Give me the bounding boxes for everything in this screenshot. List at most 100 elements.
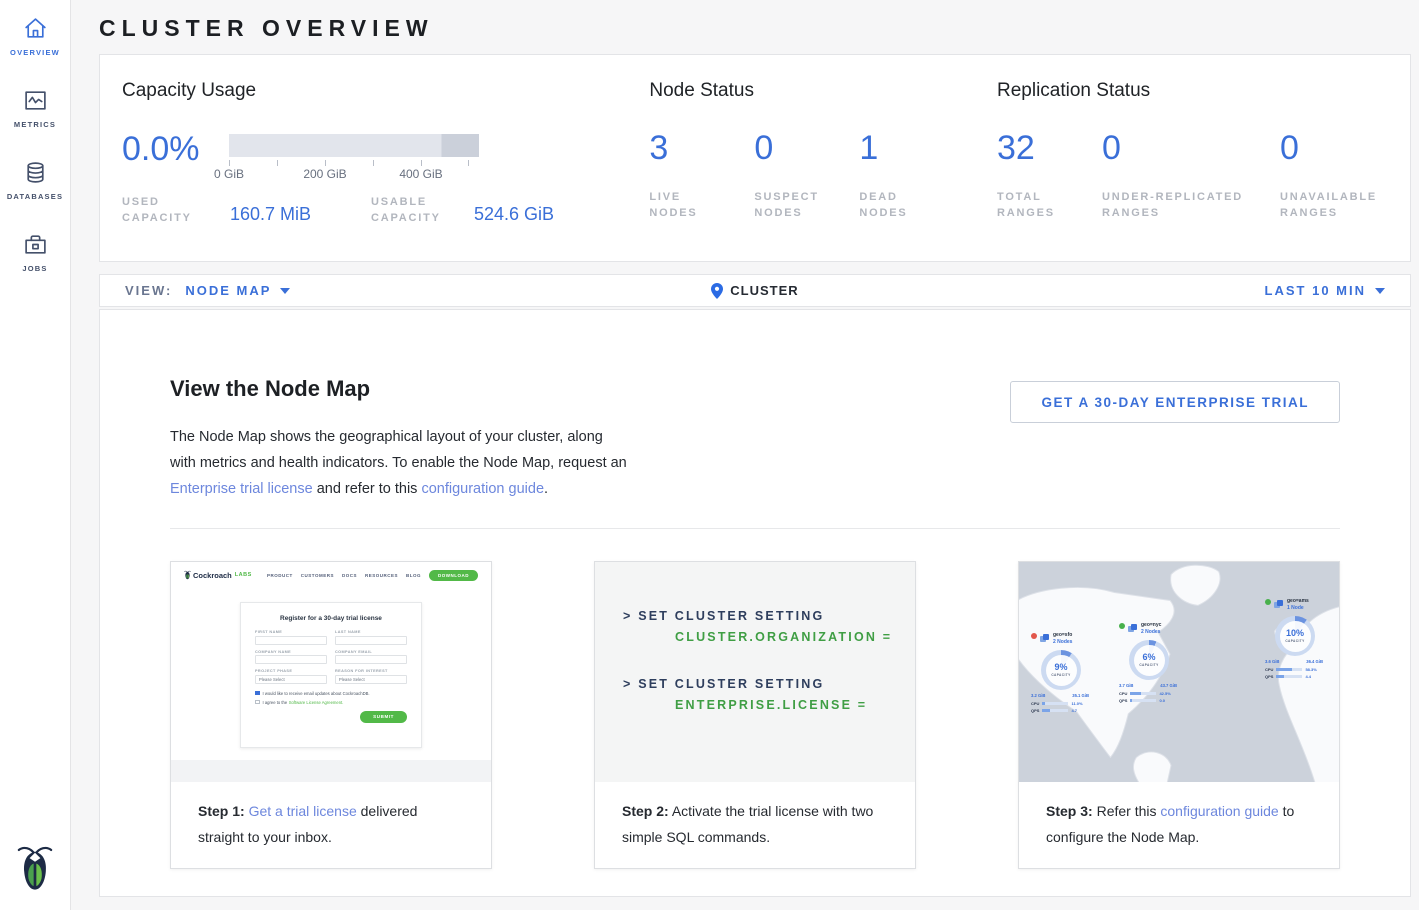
region-name: geo=sfo xyxy=(1053,632,1072,639)
cpu-label: CPU xyxy=(1031,701,1039,706)
configuration-guide-link[interactable]: configuration guide xyxy=(421,481,544,497)
databases-icon xyxy=(23,160,48,185)
live-nodes-stat: 3 LIVE NODES xyxy=(649,131,754,221)
cpu-value: 58.3% xyxy=(1305,667,1316,672)
checkbox-label: I agree to the xyxy=(263,700,288,705)
region-capacity-percent: 10% xyxy=(1286,629,1304,638)
metrics-icon xyxy=(23,88,48,113)
cockroach-bug-icon xyxy=(184,570,191,580)
under-replicated-ranges-stat: 0 UNDER-REPLICATED RANGES xyxy=(1102,131,1280,221)
registration-form: Register for a 30-day trial license FIRS… xyxy=(240,602,422,748)
main-content: CLUSTER OVERVIEW Capacity Usage 0.0% 0 G… xyxy=(71,0,1419,897)
region-node-count: 2 Nodes xyxy=(1141,629,1161,636)
capacity-donut: 10% CAPACITY xyxy=(1275,616,1315,656)
step-number: Step 1: xyxy=(198,803,245,819)
qps-bar xyxy=(1130,699,1156,702)
enterprise-trial-button[interactable]: GET A 30-DAY ENTERPRISE TRIAL xyxy=(1010,381,1340,423)
region-used: 3.7 GiB xyxy=(1119,683,1133,688)
dead-nodes-label: DEAD NODES xyxy=(859,189,929,221)
description-text: The Node Map shows the geographical layo… xyxy=(170,429,627,471)
checkbox-label: I would like to receive email updates ab… xyxy=(263,691,370,696)
field-label: LAST NAME xyxy=(335,630,407,634)
region-total: 35.1 GiB xyxy=(1072,693,1089,698)
description-text: . xyxy=(544,481,548,497)
step-number: Step 2: xyxy=(622,803,669,819)
cluster-breadcrumb[interactable]: CLUSTER xyxy=(100,283,1410,299)
sidebar-item-label: DATABASES xyxy=(7,192,63,201)
status-dot-red xyxy=(1031,633,1037,639)
capacity-percent: 0.0% xyxy=(122,132,210,181)
status-dot-green xyxy=(1265,599,1271,605)
step-1-caption: Step 1: Get a trial license delivered st… xyxy=(171,782,491,850)
under-replicated-ranges-label: UNDER-REPLICATED RANGES xyxy=(1102,189,1262,221)
site-nav-item: DOCS xyxy=(342,573,357,578)
axis-label: 400 GiB xyxy=(399,167,442,181)
node-map-description: The Node Map shows the geographical layo… xyxy=(170,424,632,502)
step-3-card: geo=sfo 2 Nodes 9% CAPACITY 3.2 GiB xyxy=(1018,561,1340,869)
dead-nodes-value: 1 xyxy=(859,131,964,165)
region-capacity-label: CAPACITY xyxy=(1051,673,1070,677)
code-command: SET CLUSTER SETTING xyxy=(638,677,824,691)
capacity-axis-labels: 0 GiB 200 GiB 400 GiB xyxy=(229,166,479,181)
step-1-card: Cockroach LABS PRODUCT CUSTOMERS DOCS RE… xyxy=(170,561,492,869)
field-label: REASON FOR INTEREST xyxy=(335,669,407,673)
cpu-value: 11.0% xyxy=(1071,701,1082,706)
step-number: Step 3: xyxy=(1046,803,1093,819)
site-nav-item: BLOG xyxy=(406,573,421,578)
divider xyxy=(170,528,1340,529)
site-download-button: DOWNLOAD xyxy=(429,570,478,581)
home-icon xyxy=(23,16,48,41)
step-2-code-block: > SET CLUSTER SETTING CLUSTER.ORGANIZATI… xyxy=(595,562,915,782)
region-node-count: 1 Node xyxy=(1287,605,1309,612)
sidebar-item-overview[interactable]: OVERVIEW xyxy=(0,16,70,57)
total-ranges-value: 32 xyxy=(997,131,1102,165)
sidebar-item-jobs[interactable]: JOBS xyxy=(0,232,70,273)
sidebar: OVERVIEW METRICS DATABASES JOBS xyxy=(0,0,71,910)
cpu-label: CPU xyxy=(1265,667,1273,672)
live-nodes-label: LIVE NODES xyxy=(649,189,719,221)
qps-value: 4.4 xyxy=(1305,674,1311,679)
field-input xyxy=(335,655,407,664)
status-dot-green xyxy=(1119,623,1125,629)
enterprise-trial-license-link[interactable]: Enterprise trial license xyxy=(170,481,313,497)
qps-label: QPS xyxy=(1031,708,1039,713)
capacity-axis-ticks xyxy=(229,157,479,166)
field-label: COMPANY NAME xyxy=(255,650,327,654)
sidebar-item-metrics[interactable]: METRICS xyxy=(0,88,70,129)
capacity-donut: 9% CAPACITY xyxy=(1041,650,1081,690)
site-nav-item: CUSTOMERS xyxy=(301,573,334,578)
code-prompt: > xyxy=(623,677,633,691)
jobs-icon xyxy=(23,232,48,257)
map-region-nyc: geo=nyc 2 Nodes 6% CAPACITY 3.7 GiB xyxy=(1119,622,1177,703)
suspect-nodes-value: 0 xyxy=(754,131,859,165)
cpu-value: 42.5% xyxy=(1159,691,1170,696)
unavailable-ranges-label: UNAVAILABLE RANGES xyxy=(1280,189,1390,221)
cpu-label: CPU xyxy=(1119,691,1127,696)
site-nav-item: PRODUCT xyxy=(267,573,293,578)
unavailable-ranges-value: 0 xyxy=(1280,131,1410,165)
usable-capacity-label: USABLE CAPACITY xyxy=(371,194,471,226)
map-region-sfo: geo=sfo 2 Nodes 9% CAPACITY 3.2 GiB xyxy=(1031,632,1089,713)
code-argument: ENTERPRISE.LICENSE = xyxy=(675,698,915,712)
replication-status-title: Replication Status xyxy=(997,80,1410,102)
node-cube-icon xyxy=(1128,624,1137,633)
cockroach-labs-logo-icon xyxy=(17,844,53,897)
node-map-heading: View the Node Map xyxy=(170,376,632,402)
total-ranges-label: TOTAL RANGES xyxy=(997,189,1067,221)
field-label: FIRST NAME xyxy=(255,630,327,634)
field-input xyxy=(335,636,407,645)
region-used: 3.2 GiB xyxy=(1031,693,1045,698)
configuration-guide-link[interactable]: configuration guide xyxy=(1160,803,1278,819)
field-select: Please Select xyxy=(255,675,327,684)
get-trial-license-link[interactable]: Get a trial license xyxy=(249,803,357,819)
node-cube-icon xyxy=(1274,600,1283,609)
unavailable-ranges-stat: 0 UNAVAILABLE RANGES xyxy=(1280,131,1410,221)
sidebar-item-databases[interactable]: DATABASES xyxy=(0,160,70,201)
cpu-bar xyxy=(1130,692,1156,695)
qps-bar xyxy=(1276,675,1302,678)
field-input xyxy=(255,655,327,664)
region-total: 43.7 GiB xyxy=(1160,683,1177,688)
checkbox-checked xyxy=(255,691,260,696)
region-capacity-percent: 9% xyxy=(1054,663,1067,672)
field-input xyxy=(255,636,327,645)
